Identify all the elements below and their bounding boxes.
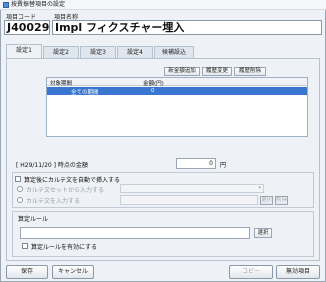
- auto-insert-checkbox[interactable]: [15, 176, 21, 182]
- auto-insert-label: 算定後にカルテ文を自動で挿入する: [24, 177, 121, 184]
- app-icon: [3, 2, 9, 8]
- amount-history-table[interactable]: 対象期間 金額(円) 全ての期間 0: [46, 77, 308, 137]
- karte-set-label: カルテ文セットから入力する: [26, 187, 105, 194]
- tab-setting-2[interactable]: 設定2: [43, 46, 79, 58]
- add-amount-button[interactable]: 新金額追加: [164, 67, 200, 76]
- karte-set-select[interactable]: ▾: [120, 184, 264, 193]
- disable-item-button[interactable]: 無効項目: [276, 265, 320, 279]
- table-header: 対象期間 金額(円): [47, 78, 307, 87]
- as-of-label: [ H29/11/20 ] 時点の金額: [16, 162, 88, 169]
- enable-rule-checkbox[interactable]: [22, 243, 28, 249]
- column-amount: 金額(円): [143, 81, 164, 87]
- karte-select-button[interactable]: 選択: [260, 196, 273, 205]
- delete-history-button[interactable]: 履歴削除: [234, 67, 266, 76]
- karte-delete-button[interactable]: 削除: [275, 196, 288, 205]
- item-name-field[interactable]: Impl フィクスチャー埋入: [52, 20, 322, 35]
- yen-unit: 円: [220, 162, 227, 169]
- enable-rule-label: 算定ルールを有効にする: [31, 244, 98, 251]
- cancel-button[interactable]: キャンセル: [52, 265, 94, 279]
- save-button[interactable]: 保存: [6, 265, 48, 279]
- change-history-button[interactable]: 履歴変更: [202, 67, 232, 76]
- table-row[interactable]: 全ての期間 0: [47, 87, 307, 96]
- karte-text-label: カルテ文を入力する: [26, 198, 81, 205]
- karte-text-radio[interactable]: [17, 197, 23, 203]
- rule-select-button[interactable]: 選択: [254, 228, 272, 238]
- copy-button[interactable]: コピー: [229, 265, 273, 279]
- tab-setting-4[interactable]: 設定4: [117, 46, 153, 58]
- karte-set-radio[interactable]: [17, 186, 23, 192]
- item-code-field[interactable]: J40029: [4, 20, 50, 35]
- row-period: 全ての期間: [71, 90, 99, 96]
- rule-field[interactable]: [20, 227, 250, 239]
- title-bar: 按費振替項目の設定: [0, 0, 326, 10]
- rule-title: 算定ルール: [18, 216, 49, 223]
- tab-setting-1[interactable]: 設定1: [6, 44, 42, 59]
- column-period: 対象期間: [50, 81, 73, 87]
- window-title: 按費振替項目の設定: [11, 1, 66, 8]
- karte-text-field[interactable]: [120, 195, 258, 205]
- as-of-amount-field[interactable]: 0: [176, 158, 216, 169]
- row-amount: 0: [151, 88, 155, 94]
- tab-setting-3[interactable]: 設定3: [80, 46, 116, 58]
- chevron-down-icon: ▾: [258, 185, 261, 191]
- tab-candidates[interactable]: 候補設込: [154, 46, 194, 58]
